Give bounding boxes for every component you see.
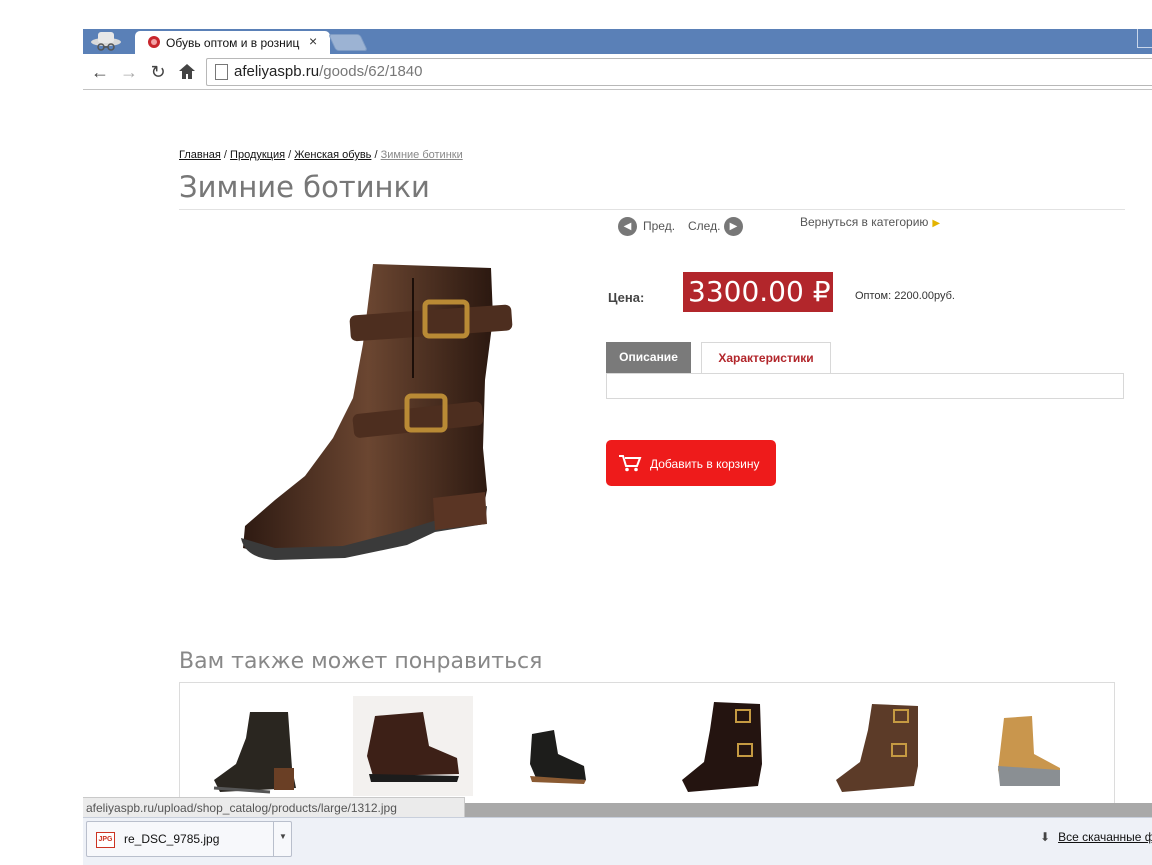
breadcrumb-womens-shoes[interactable]: Женская обувь [294,149,371,161]
download-menu-chevron-icon[interactable]: ▼ [273,822,292,856]
breadcrumb: Главная / Продукция / Женская обувь / Зи… [179,149,463,161]
add-to-cart-button[interactable]: Добавить в корзину [606,440,776,486]
breadcrumb-home[interactable]: Главная [179,149,221,161]
related-product-6[interactable] [978,714,1068,790]
page-title: Зимние ботинки [179,170,430,204]
jpg-file-icon: JPG [96,832,115,848]
address-bar[interactable]: afeliyaspb.ru/goods/62/1840 [206,58,1152,86]
wholesale-price: Оптом: 2200.00руб. [855,290,955,302]
site-favicon-icon [148,36,160,48]
tab-characteristics[interactable]: Характеристики [701,342,831,374]
related-product-2[interactable] [353,696,473,796]
price-badge: 3300.00 ₽ [683,272,833,312]
related-products-carousel [179,682,1115,807]
product-image[interactable] [235,258,520,573]
url-domain: afeliyaspb.ru [234,63,320,80]
ruble-icon: ₽ [812,275,831,308]
tab-content-panel [606,373,1124,399]
status-url: afeliyaspb.ru/upload/shop_catalog/produc… [83,797,465,817]
download-arrow-icon: ⬇ [1040,830,1051,844]
incognito-icon [91,32,121,51]
browser-tab-active[interactable]: Обувь оптом и в розниц × [135,31,330,54]
price-value: 3300.00 [688,275,804,308]
home-icon[interactable] [178,63,196,80]
related-product-3[interactable] [528,728,590,784]
related-products-title: Вам также может понравиться [179,649,543,674]
related-product-4[interactable] [678,700,768,796]
reload-icon[interactable]: ↻ [148,62,168,82]
add-to-cart-label: Добавить в корзину [650,457,760,471]
download-item[interactable]: JPG re_DSC_9785.jpg ▼ [86,821,292,857]
breadcrumb-current: Зимние ботинки [380,149,463,161]
prev-product-link[interactable]: Пред. [643,219,675,233]
show-all-downloads-link[interactable]: ⬇ Все скачанные ф [1040,830,1152,844]
title-divider [179,209,1125,210]
back-to-category-link[interactable]: Вернуться в категорию ▶ [800,215,940,229]
url-path: /goods/62/1840 [319,63,423,80]
tab-description[interactable]: Описание [606,342,691,373]
prev-product-icon[interactable]: ◀ [618,217,637,236]
next-product-icon[interactable]: ▶ [724,217,743,236]
tab-title: Обувь оптом и в розниц [166,36,300,50]
next-product-link[interactable]: След. [688,219,720,233]
breadcrumb-products[interactable]: Продукция [230,149,285,161]
tab-close-icon[interactable]: × [309,33,317,49]
related-product-5[interactable] [832,700,924,796]
page-icon [215,64,228,80]
forward-arrow-icon[interactable]: → [119,62,139,82]
arrow-right-icon: ▶ [932,218,941,229]
window-minimize-button[interactable] [1137,29,1152,48]
price-label: Цена: [608,290,645,305]
download-filename: re_DSC_9785.jpg [124,832,220,846]
cart-icon [619,455,642,472]
back-arrow-icon[interactable]: ← [90,62,110,82]
related-product-1[interactable] [210,708,302,796]
horizontal-scrollbar[interactable] [465,803,1152,817]
